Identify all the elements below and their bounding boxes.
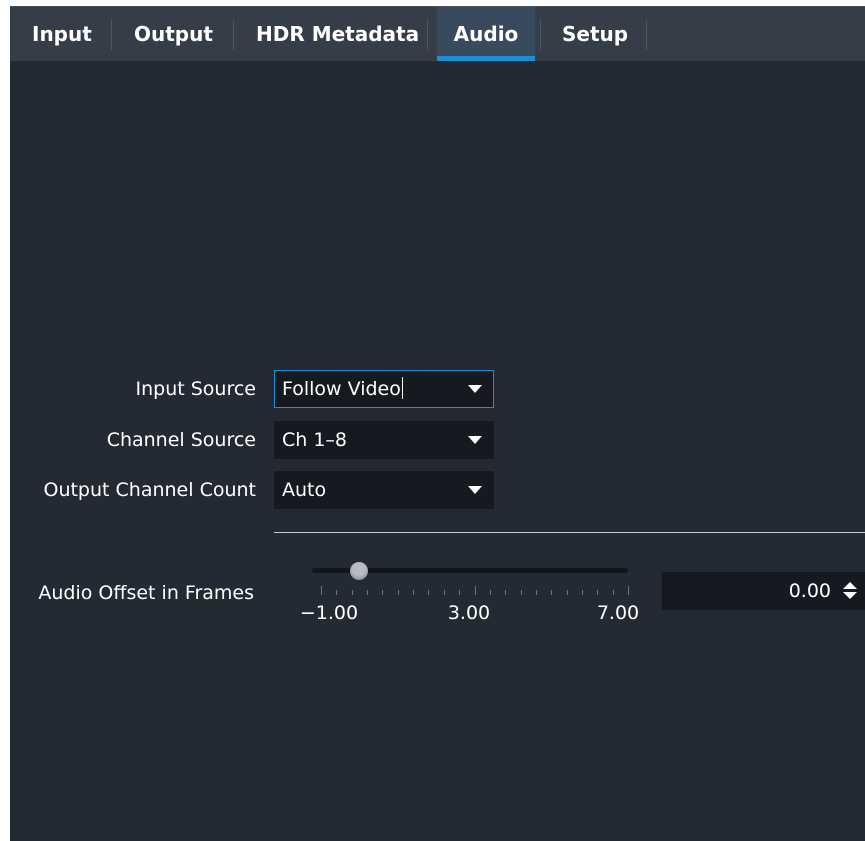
slider-tick (505, 590, 507, 595)
audio-settings-panel: Input Output HDR Metadata Audio Setup In… (10, 6, 865, 841)
slider-tick (566, 590, 568, 595)
tab-output[interactable]: Output (134, 7, 213, 61)
slider-tick (367, 590, 369, 595)
slider-tick (612, 590, 614, 595)
tab-separator (233, 20, 234, 50)
slider-tick (551, 590, 553, 595)
tab-separator (427, 20, 428, 50)
slider-tick (382, 590, 384, 595)
tab-input[interactable]: Input (32, 7, 92, 61)
slider-min-label: −1.00 (299, 602, 359, 624)
tab-hdr-metadata[interactable]: HDR Metadata (256, 7, 419, 61)
slider-tick (535, 590, 537, 595)
audio-offset-label: Audio Offset in Frames (38, 582, 254, 604)
channel-source-value: Ch 1–8 (282, 429, 348, 451)
audio-offset-spinbox[interactable]: 0.00 (662, 572, 865, 610)
slider-thumb[interactable] (350, 562, 369, 580)
slider-tick (597, 590, 599, 595)
tab-setup[interactable]: Setup (562, 7, 628, 61)
triangle-down-icon (468, 486, 482, 494)
slider-tick (443, 590, 445, 595)
slider-tick (336, 590, 338, 595)
slider-tick (628, 586, 629, 595)
output-channel-count-select[interactable]: Auto (274, 471, 494, 509)
channel-source-select[interactable]: Ch 1–8 (274, 421, 494, 459)
slider-tick (351, 590, 353, 595)
spin-up-icon[interactable] (843, 582, 857, 589)
audio-offset-value: 0.00 (788, 580, 831, 602)
input-source-label: Input Source (135, 378, 257, 400)
tab-bar: Input Output HDR Metadata Audio Setup (10, 6, 865, 61)
slider-tick (428, 590, 430, 595)
spin-down-icon[interactable] (843, 592, 857, 599)
slider-tick (474, 586, 476, 595)
slider-tick (397, 590, 399, 595)
up-down-arrows-icon[interactable] (843, 582, 857, 600)
output-channel-count-value: Auto (282, 479, 327, 501)
section-divider (274, 532, 865, 533)
input-source-select[interactable]: Follow Video (274, 370, 494, 408)
tab-separator (540, 20, 541, 50)
text-caret (401, 377, 403, 399)
slider-tick (321, 586, 322, 595)
slider-tick (520, 590, 522, 595)
tab-separator (111, 20, 112, 50)
slider-mid-label: 3.00 (447, 602, 491, 624)
triangle-down-icon (468, 385, 482, 393)
output-channel-count-label: Output Channel Count (43, 479, 256, 501)
channel-source-label: Channel Source (106, 429, 256, 451)
slider-tick (489, 590, 491, 595)
active-tab-indicator (437, 56, 535, 61)
input-source-value: Follow Video (282, 377, 403, 400)
slider-tick (581, 590, 583, 595)
tab-audio-label: Audio (453, 22, 519, 46)
triangle-down-icon (468, 436, 482, 444)
slider-tick (459, 590, 461, 595)
slider-tick (413, 590, 415, 595)
slider-max-label: 7.00 (596, 602, 640, 624)
tab-audio[interactable]: Audio (437, 7, 535, 61)
tab-separator (646, 20, 647, 50)
